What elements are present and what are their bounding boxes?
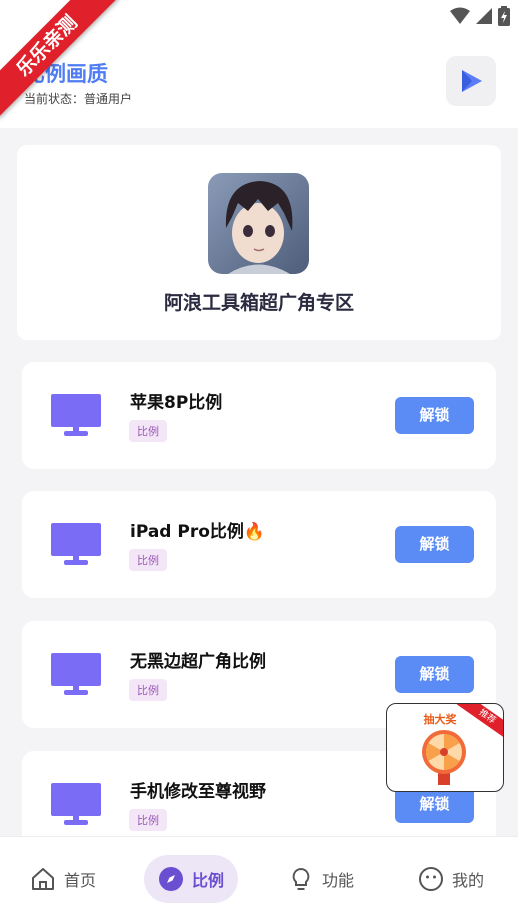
profile-icon [419, 867, 443, 891]
list-item: iPad Pro比例🔥 比例 解锁 [22, 491, 496, 598]
home-icon [32, 868, 54, 890]
nav-mine-label: 我的 [452, 871, 485, 890]
lottery-popup[interactable]: 抽大奖 推荐 [386, 703, 504, 792]
wifi-icon [450, 7, 470, 24]
item-tag: 比例 [129, 549, 167, 571]
nav-features[interactable]: 功能 [288, 855, 354, 903]
nav-mine[interactable]: 我的 [418, 855, 484, 903]
item-tag: 比例 [129, 420, 167, 442]
monitor-icon [51, 783, 101, 825]
bottom-nav: 首页 比例 功能 我的 [0, 836, 518, 923]
item-title: 无黑边超广角比例 [130, 652, 266, 672]
anime-avatar-image [208, 173, 309, 274]
signal-icon [476, 8, 492, 24]
unlock-button[interactable]: 解锁 [395, 656, 474, 693]
zone-title: 阿浪工具箱超广角专区 [163, 292, 354, 314]
prize-wheel-icon [422, 730, 466, 785]
lightbulb-icon [292, 867, 310, 890]
ribbon-wrapper: 乐乐亲测 [0, 0, 130, 130]
monitor-icon [51, 523, 101, 565]
play-button[interactable] [446, 56, 496, 106]
promo-ribbon: 乐乐亲测 [0, 0, 119, 118]
battery-icon [498, 6, 510, 26]
nav-home[interactable]: 首页 [30, 855, 96, 903]
unlock-button[interactable]: 解锁 [395, 397, 474, 434]
item-title: iPad Pro比例🔥 [130, 522, 266, 542]
nav-ratio[interactable]: 比例 [144, 855, 239, 903]
item-tag: 比例 [129, 679, 167, 701]
item-title: 苹果8P比例 [130, 393, 223, 413]
monitor-icon [51, 394, 101, 436]
play-icon [462, 70, 482, 92]
nav-features-label: 功能 [322, 871, 355, 890]
monitor-icon [51, 653, 101, 695]
nav-ratio-label: 比例 [192, 871, 225, 890]
profile-card: 阿浪工具箱超广角专区 [17, 145, 501, 340]
compass-icon [159, 867, 183, 891]
unlock-button[interactable]: 解锁 [395, 526, 474, 563]
list-item: 苹果8P比例 比例 解锁 [22, 362, 496, 469]
avatar [208, 173, 309, 274]
status-icons [450, 6, 510, 26]
nav-home-label: 首页 [64, 871, 97, 890]
item-title: 手机修改至尊视野 [130, 782, 266, 802]
item-tag: 比例 [129, 809, 167, 831]
